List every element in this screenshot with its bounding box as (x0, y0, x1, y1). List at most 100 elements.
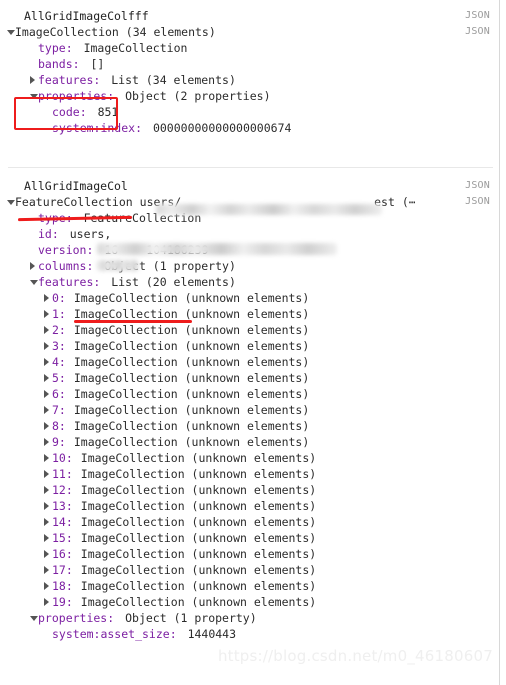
value-bands: [] (90, 57, 105, 71)
list-item[interactable]: 5: ImageCollection (unknown elements) (0, 370, 499, 386)
triangle-right-icon[interactable] (43, 514, 52, 530)
triangle-right-icon[interactable] (43, 338, 52, 354)
panel-right-border (499, 0, 500, 685)
list-item[interactable]: 17: ImageCollection (unknown elements) (0, 562, 499, 578)
tree-root-label: ImageCollection (34 elements) (15, 25, 216, 39)
list-item-value: ImageCollection (unknown elements) (73, 435, 310, 449)
triangle-right-icon[interactable] (43, 546, 52, 562)
list-item-value: ImageCollection (unknown elements) (73, 403, 310, 417)
json-link-root[interactable]: JSON (465, 194, 490, 210)
list-item[interactable]: 3: ImageCollection (unknown elements) (0, 338, 499, 354)
list-item-index: 13: (52, 499, 73, 513)
triangle-right-icon[interactable] (43, 482, 52, 498)
features-list: 0: ImageCollection (unknown elements) 1: Im… (0, 290, 499, 610)
value-code: 851 (97, 105, 119, 119)
list-item-index: 8: (52, 419, 66, 433)
tree-row-features[interactable]: features: List (34 elements) (0, 72, 499, 88)
triangle-right-icon[interactable] (43, 370, 52, 386)
list-item-value: ImageCollection (unknown elements) (80, 563, 317, 577)
section-title-row: AllGridImageColfff JSON (0, 8, 499, 24)
list-item[interactable]: 13: ImageCollection (unknown elements) (0, 498, 499, 514)
triangle-right-icon[interactable] (29, 72, 38, 88)
redacted-path-id (97, 243, 337, 255)
tree-root-label-prefix: FeatureCollection (15, 195, 133, 209)
list-item[interactable]: 10: ImageCollection (unknown elements) (0, 450, 499, 466)
list-item-value: ImageCollection (unknown elements) (80, 499, 317, 513)
list-item-index: 11: (52, 467, 73, 481)
triangle-right-icon[interactable] (43, 530, 52, 546)
triangle-down-icon[interactable] (6, 194, 15, 210)
triangle-right-icon[interactable] (43, 290, 52, 306)
triangle-right-icon[interactable] (43, 354, 52, 370)
list-item-value: ImageCollection (unknown elements) (73, 371, 310, 385)
triangle-right-icon[interactable] (43, 434, 52, 450)
key-columns: columns: (38, 259, 94, 273)
json-link-title[interactable]: JSON (465, 8, 490, 24)
key-properties: properties: (38, 89, 115, 103)
watermark: https://blog.csdn.net/m0_46180607 (217, 647, 493, 665)
list-item-value: ImageCollection (unknown elements) (80, 595, 317, 609)
console-output-panel[interactable]: AllGridImageColfff JSON ImageCollection … (0, 0, 499, 685)
triangle-right-icon[interactable] (43, 322, 52, 338)
annotation-underline-imagecollection-0 (74, 320, 192, 323)
list-item[interactable]: 7: ImageCollection (unknown elements) (0, 402, 499, 418)
triangle-down-icon[interactable] (29, 610, 38, 626)
key-id: id: (38, 227, 59, 241)
console-section-image-collection: AllGridImageColfff JSON ImageCollection … (0, 8, 499, 136)
triangle-right-icon[interactable] (29, 258, 38, 274)
list-item-value: ImageCollection (unknown elements) (80, 531, 317, 545)
redacted-path-root (156, 204, 382, 215)
triangle-right-icon[interactable] (43, 386, 52, 402)
tree-root-row[interactable]: ImageCollection (34 elements) JSON (0, 24, 499, 40)
tree-row-columns[interactable]: columns: Object (1 property) (0, 258, 499, 274)
triangle-right-icon[interactable] (43, 402, 52, 418)
triangle-right-icon[interactable] (43, 306, 52, 322)
list-item-index: 12: (52, 483, 73, 497)
json-link-title[interactable]: JSON (465, 178, 490, 194)
list-item-value: ImageCollection (unknown elements) (73, 307, 310, 321)
tree-row-system-index: system:index: 00000000000000000674 (0, 120, 499, 136)
list-item-index: 3: (52, 339, 66, 353)
tree-row-features[interactable]: features: List (20 elements) (0, 274, 499, 290)
tree-row-id: id: users, (0, 226, 499, 242)
json-link-root[interactable]: JSON (465, 24, 490, 40)
list-item[interactable]: 19: ImageCollection (unknown elements) (0, 594, 499, 610)
list-item[interactable]: 18: ImageCollection (unknown elements) (0, 578, 499, 594)
list-item[interactable]: 2: ImageCollection (unknown elements) (0, 322, 499, 338)
redacted-version (97, 260, 139, 271)
list-item[interactable]: 14: ImageCollection (unknown elements) (0, 514, 499, 530)
triangle-right-icon[interactable] (43, 594, 52, 610)
tree-row-properties[interactable]: properties: Object (1 property) (0, 610, 499, 626)
triangle-right-icon[interactable] (43, 578, 52, 594)
list-item[interactable]: 16: ImageCollection (unknown elements) (0, 546, 499, 562)
list-item[interactable]: 9: ImageCollection (unknown elements) (0, 434, 499, 450)
list-item-value: ImageCollection (unknown elements) (73, 355, 310, 369)
list-item-value: ImageCollection (unknown elements) (73, 339, 310, 353)
triangle-down-icon[interactable] (29, 88, 38, 104)
list-item-value: ImageCollection (unknown elements) (80, 547, 317, 561)
value-properties: Object (2 properties) (125, 89, 271, 103)
list-item-index: 1: (52, 307, 66, 321)
tree-row-type: type: ImageCollection (0, 40, 499, 56)
list-item-index: 17: (52, 563, 73, 577)
triangle-down-icon[interactable] (29, 274, 38, 290)
triangle-right-icon[interactable] (43, 450, 52, 466)
tree-row-properties[interactable]: properties: Object (2 properties) (0, 88, 499, 104)
list-item[interactable]: 8: ImageCollection (unknown elements) (0, 418, 499, 434)
list-item-value: ImageCollection (unknown elements) (73, 291, 310, 305)
value-system-asset-size: 1440443 (187, 627, 237, 641)
triangle-down-icon[interactable] (6, 24, 15, 40)
list-item[interactable]: 0: ImageCollection (unknown elements) (0, 290, 499, 306)
list-item[interactable]: 6: ImageCollection (unknown elements) (0, 386, 499, 402)
list-item[interactable]: 12: ImageCollection (unknown elements) (0, 482, 499, 498)
list-item-value: ImageCollection (unknown elements) (73, 323, 310, 337)
list-item-index: 18: (52, 579, 73, 593)
list-item[interactable]: 11: ImageCollection (unknown elements) (0, 466, 499, 482)
key-properties: properties: (38, 611, 115, 625)
triangle-right-icon[interactable] (43, 562, 52, 578)
list-item[interactable]: 15: ImageCollection (unknown elements) (0, 530, 499, 546)
triangle-right-icon[interactable] (43, 498, 52, 514)
list-item[interactable]: 4: ImageCollection (unknown elements) (0, 354, 499, 370)
triangle-right-icon[interactable] (43, 418, 52, 434)
triangle-right-icon[interactable] (43, 466, 52, 482)
